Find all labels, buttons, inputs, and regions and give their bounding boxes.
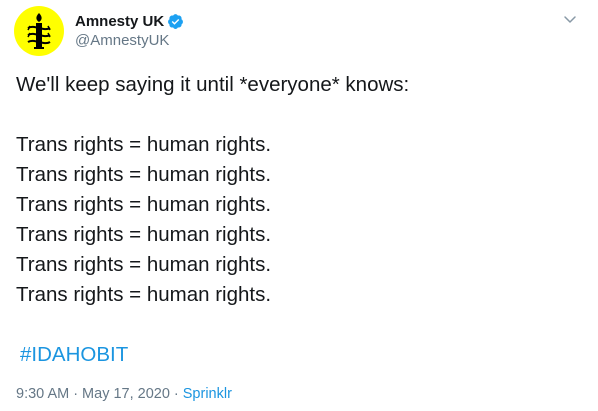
tweet-text: We'll keep saying it until *everyone* kn… [16,70,576,310]
tweet-line: Trans rights = human rights. [16,253,272,276]
tweet-line: Trans rights = human rights. [16,193,272,216]
hashtag-link[interactable]: #IDAHOBIT [20,340,128,370]
tweet-header: Amnesty UK @AmnestyUK [14,6,184,56]
tweet-time[interactable]: 9:30 AM [16,386,69,402]
tweet-meta: 9:30 AM · May 17, 2020 · Sprinklr [16,384,232,404]
chevron-down-icon [564,16,576,23]
tweet-intro: We'll keep saying it until *everyone* kn… [16,73,410,96]
avatar[interactable] [14,6,64,56]
tweet-line: Trans rights = human rights. [16,283,272,306]
tweet-line: Trans rights = human rights. [16,163,272,186]
name-row: Amnesty UK [75,11,184,31]
meta-separator: · [73,386,79,402]
line-spacer [16,100,576,130]
tweet-line: Trans rights = human rights. [16,133,272,156]
author-names: Amnesty UK @AmnestyUK [75,11,184,51]
meta-separator: · [173,386,179,402]
tweet-date[interactable]: May 17, 2020 [82,386,170,402]
amnesty-candle-icon [27,13,51,49]
tweet-card: Amnesty UK @AmnestyUK We'll keep saying … [0,0,598,411]
verified-badge-icon [167,13,184,30]
tweet-line: Trans rights = human rights. [16,223,272,246]
tweet-menu-button[interactable] [562,13,578,25]
tweet-source-link[interactable]: Sprinklr [183,386,232,402]
author-display-name[interactable]: Amnesty UK [75,13,164,30]
author-handle[interactable]: @AmnestyUK [75,31,184,51]
